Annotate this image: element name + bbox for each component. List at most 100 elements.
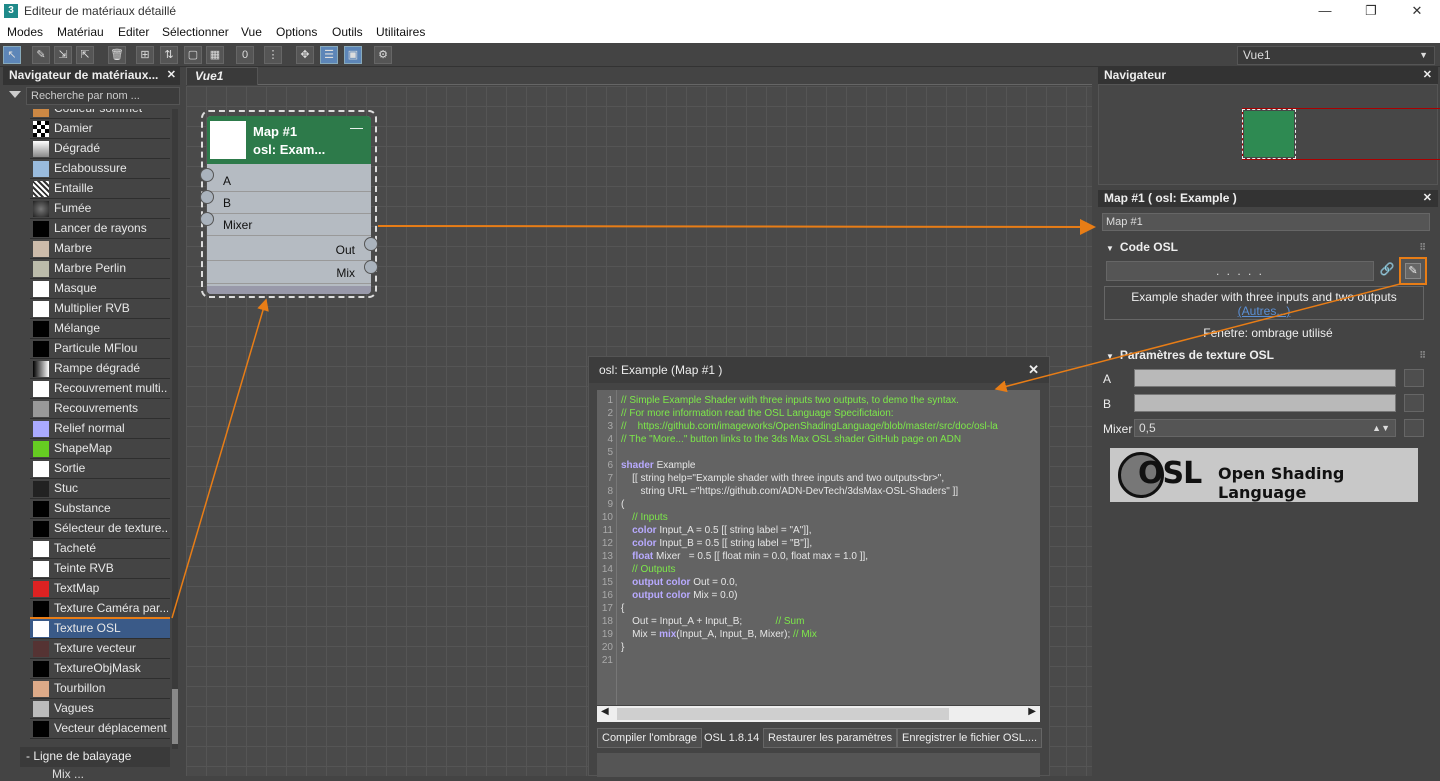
rollup-scanline[interactable]: - Ligne de balayage <box>20 747 170 767</box>
restore-params-button[interactable]: Restaurer les paramètres <box>763 728 898 748</box>
node-resize-grip[interactable] <box>207 286 371 294</box>
mixer-spinner[interactable]: 0,5 ▲▼ <box>1134 419 1396 437</box>
color-swatch-b[interactable] <box>1134 394 1396 412</box>
list-item[interactable]: Stuc <box>30 479 170 499</box>
spinner-arrows-icon[interactable]: ▲▼ <box>1372 420 1390 436</box>
move-children-icon[interactable]: ⇅ <box>160 46 178 64</box>
menu-vue[interactable]: Vue <box>241 25 262 39</box>
osl-file-button[interactable]: . . . . . <box>1106 261 1374 281</box>
socket-mix-icon[interactable] <box>364 260 378 274</box>
map-slot-mixer[interactable] <box>1404 419 1424 437</box>
close-icon[interactable]: ✕ <box>1423 67 1432 84</box>
collapse-icon[interactable]: — <box>350 120 363 135</box>
list-item[interactable]: Masque <box>30 279 170 299</box>
close-icon[interactable]: ✕ <box>167 67 176 84</box>
code-editor[interactable]: 1 2 3 4 5 6 7 8 9 10 11 12 13 14 15 16 17 18 19 20 21 // Sim… <box>597 390 1040 705</box>
list-item[interactable]: Mélange <box>30 319 170 339</box>
background-icon[interactable]: ▢ <box>184 46 202 64</box>
assign-material-icon[interactable]: ⇲ <box>54 46 72 64</box>
map-slot-b[interactable] <box>1404 394 1424 412</box>
navigator-view[interactable] <box>1098 84 1440 185</box>
rollup-next-item[interactable]: Mix ... <box>52 767 84 781</box>
list-item[interactable]: Vecteur déplacement <box>30 719 170 739</box>
material-list-scrollbar[interactable] <box>172 109 178 749</box>
list-item[interactable]: Teinte RVB <box>30 559 170 579</box>
list-item[interactable]: Sélecteur de texture... <box>30 519 170 539</box>
list-item[interactable]: Tourbillon <box>30 679 170 699</box>
select-tool-icon[interactable]: ↖ <box>3 46 21 64</box>
list-item[interactable]: Texture OSL <box>30 617 170 641</box>
list-item[interactable]: Couleur sommet <box>30 109 170 119</box>
list-item[interactable]: Rampe dégradé <box>30 359 170 379</box>
put-material-icon[interactable]: ⇱ <box>76 46 94 64</box>
delete-icon[interactable]: 🗑 <box>108 46 126 64</box>
menu-modes[interactable]: Modes <box>7 25 43 39</box>
map-name-field[interactable]: Map #1 <box>1102 213 1430 231</box>
show-end-result-icon[interactable]: ⋮ <box>264 46 282 64</box>
socket-mixer-icon[interactable] <box>200 212 214 226</box>
output-port-mix[interactable]: Mix <box>207 262 371 284</box>
list-item[interactable]: Texture Caméra par... <box>30 599 170 619</box>
tab-vue1[interactable]: Vue1 <box>186 67 258 85</box>
map-node[interactable]: Map #1 osl: Exam... — A B Mixer Out Mix <box>201 110 377 298</box>
map-slot-a[interactable] <box>1404 369 1424 387</box>
list-item[interactable]: Eclaboussure <box>30 159 170 179</box>
list-item[interactable]: Recouvrements <box>30 399 170 419</box>
checker-bg-icon[interactable]: ▦ <box>206 46 224 64</box>
horizontal-scrollbar[interactable]: ◀ ▶ <box>597 706 1040 722</box>
show-map-icon[interactable]: 0 <box>236 46 254 64</box>
color-swatch-a[interactable] <box>1134 369 1396 387</box>
list-item[interactable]: Entaille <box>30 179 170 199</box>
close-icon[interactable]: ✕ <box>1028 357 1039 383</box>
link-icon[interactable]: 🔗 <box>1378 262 1396 280</box>
edit-osl-button[interactable]: ✎ <box>1399 257 1427 285</box>
list-item[interactable]: Recouvrement multi... <box>30 379 170 399</box>
scroll-right-icon[interactable]: ▶ <box>1028 706 1036 717</box>
menu-editer[interactable]: Editer <box>118 25 149 39</box>
navigate-icon[interactable]: ✥ <box>296 46 314 64</box>
input-port-mixer[interactable]: Mixer <box>207 214 371 236</box>
list-item[interactable]: Particule MFlou <box>30 339 170 359</box>
minimize-button[interactable]: — <box>1302 0 1348 23</box>
compile-button[interactable]: Compiler l'ombrage <box>597 728 703 748</box>
list-item[interactable]: Dégradé <box>30 139 170 159</box>
view-selector[interactable]: Vue1 ▼ <box>1237 46 1435 65</box>
list-item[interactable]: TextMap <box>30 579 170 599</box>
scroll-left-icon[interactable]: ◀ <box>601 706 609 717</box>
list-item[interactable]: Marbre <box>30 239 170 259</box>
output-port-out[interactable]: Out <box>207 239 371 261</box>
menu-utilitaires[interactable]: Utilitaires <box>376 25 425 39</box>
socket-out-icon[interactable] <box>364 237 378 251</box>
menu-selectionner[interactable]: Sélectionner <box>162 25 229 39</box>
list-item[interactable]: Fumée <box>30 199 170 219</box>
list-item[interactable]: TextureObjMask <box>30 659 170 679</box>
list-item[interactable]: Lancer de rayons <box>30 219 170 239</box>
list-item[interactable]: Marbre Perlin <box>30 259 170 279</box>
close-button[interactable]: ✕ <box>1394 0 1440 23</box>
grid-view-icon[interactable]: ▣ <box>344 46 362 64</box>
layout-icon[interactable]: ⊞ <box>136 46 154 64</box>
input-port-a[interactable]: A <box>207 170 371 192</box>
editor-titlebar[interactable]: osl: Example (Map #1 ) ✕ <box>589 357 1049 383</box>
menu-outils[interactable]: Outils <box>332 25 363 39</box>
list-view-icon[interactable]: ☰ <box>320 46 338 64</box>
search-input[interactable]: Recherche par nom ... <box>26 87 180 105</box>
socket-a-icon[interactable] <box>200 168 214 182</box>
section-osl-params[interactable]: ▼ Paramètres de texture OSL ⠿ <box>1102 345 1432 365</box>
section-code-osl[interactable]: ▼ Code OSL ⠿ <box>1102 237 1432 257</box>
list-item[interactable]: Damier <box>30 119 170 139</box>
socket-b-icon[interactable] <box>200 190 214 204</box>
eyedropper-icon[interactable]: ✎ <box>32 46 50 64</box>
list-item[interactable]: Substance <box>30 499 170 519</box>
list-item[interactable]: ShapeMap <box>30 439 170 459</box>
menu-materiau[interactable]: Matériau <box>57 25 104 39</box>
code-lines[interactable]: // Simple Example Shader with three inpu… <box>621 390 1040 667</box>
list-item[interactable]: Texture vecteur <box>30 639 170 659</box>
list-item[interactable]: Tacheté <box>30 539 170 559</box>
list-item[interactable]: Vagues <box>30 699 170 719</box>
list-item[interactable]: Relief normal <box>30 419 170 439</box>
options-dropdown-icon[interactable] <box>9 91 21 98</box>
more-link[interactable]: (Autres...) <box>1105 304 1423 318</box>
options-icon[interactable]: ⚙ <box>374 46 392 64</box>
list-item[interactable]: Multiplier RVB <box>30 299 170 319</box>
